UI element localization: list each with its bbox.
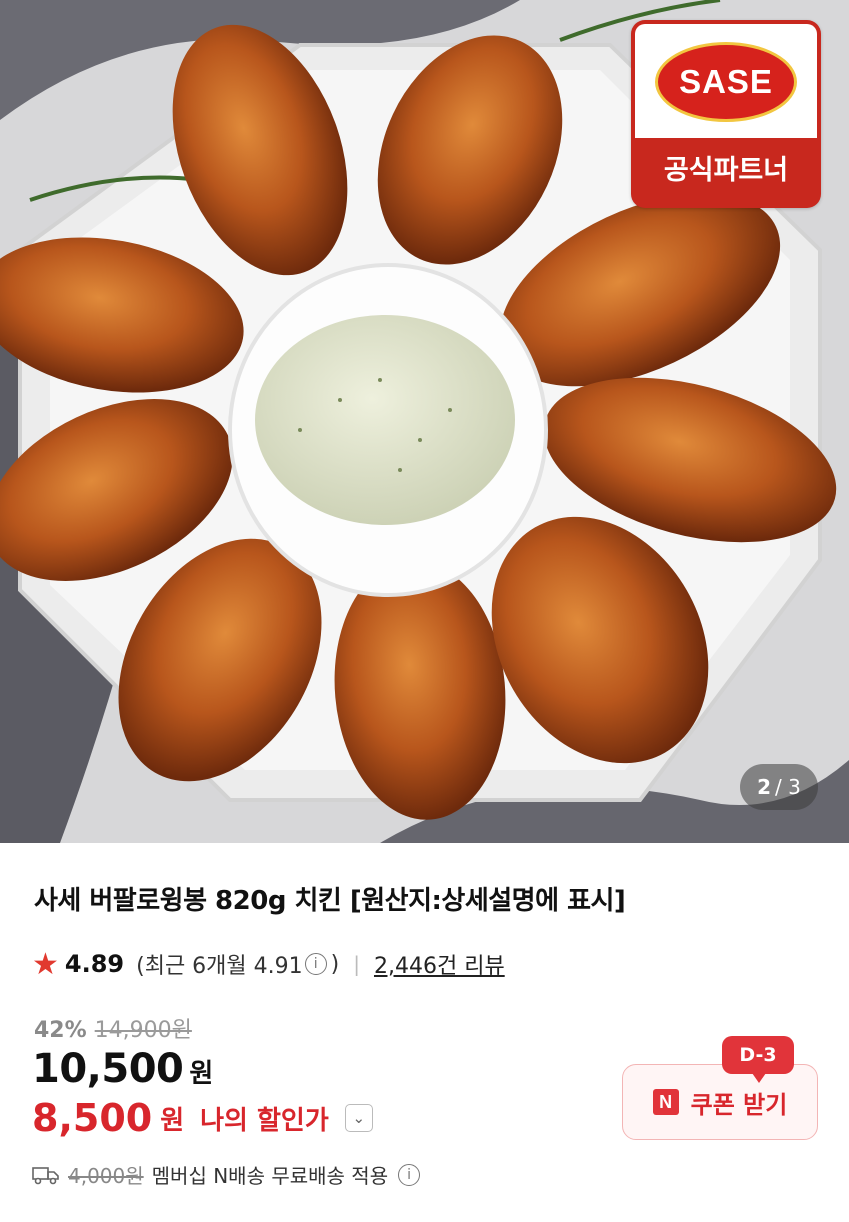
- brand-logo: SASE: [655, 42, 797, 122]
- sale-price-value: 10,500: [32, 1046, 184, 1092]
- rating-row: ★ 4.89 (최근 6개월 4.91 i ) | 2,446건 리뷰: [32, 946, 505, 982]
- image-pager: 2 / 3: [740, 764, 818, 810]
- discount-rate: 42%: [34, 1018, 87, 1043]
- my-price-value: 8,500: [32, 1096, 153, 1140]
- my-price-unit: 원: [160, 1105, 185, 1136]
- sale-price-unit: 원: [189, 1059, 214, 1089]
- get-coupon-button[interactable]: N 쿠폰 받기: [622, 1064, 818, 1140]
- original-shipping-fee: 4,000원: [68, 1164, 144, 1188]
- official-partner-badge: SASE 공식파트너: [631, 20, 821, 208]
- rating-score: 4.89: [64, 950, 125, 978]
- star-icon: ★: [32, 946, 59, 982]
- truck-icon: [32, 1166, 59, 1184]
- recent-rating-text: (최근 6개월 4.91: [136, 954, 303, 979]
- dday-badge: D-3: [722, 1036, 794, 1083]
- original-price: 14,900원: [94, 1018, 192, 1043]
- shipping-info-icon[interactable]: i: [398, 1163, 421, 1186]
- brand-logo-text: SASE: [679, 63, 773, 100]
- my-price-label: 나의 할인가: [200, 1105, 329, 1136]
- shipping-text: 멤버십 N배송 무료배송 적용: [151, 1164, 389, 1188]
- coupon-area: N 쿠폰 받기 D-3: [622, 1036, 818, 1140]
- recent-rating-close: ): [330, 951, 340, 977]
- discount-row: 42% 14,900원: [34, 1012, 192, 1044]
- divider: |: [353, 952, 360, 976]
- n-logo-icon: N: [652, 1089, 679, 1115]
- info-icon[interactable]: i: [304, 953, 327, 975]
- product-image[interactable]: SASE 공식파트너 2 / 3: [0, 0, 849, 843]
- chevron-down-icon[interactable]: ⌄: [344, 1104, 373, 1132]
- recent-rating: (최근 6개월 4.91 i ): [136, 948, 339, 980]
- review-count-link[interactable]: 2,446건 리뷰: [374, 948, 505, 980]
- my-discount-price[interactable]: 8,500 원 나의 할인가 ⌄: [32, 1096, 373, 1140]
- pager-total: / 3: [775, 775, 801, 799]
- sale-price: 10,500 원: [32, 1046, 213, 1092]
- product-title: 사세 버팔로윙봉 820g 치킨 [원산지:상세설명에 표시]: [34, 886, 626, 916]
- shipping-info: 4,000원 멤버십 N배송 무료배송 적용 i: [32, 1160, 424, 1189]
- pager-current: 2: [757, 775, 772, 799]
- badge-label: 공식파트너: [663, 155, 789, 186]
- coupon-label: 쿠폰 받기: [690, 1090, 788, 1119]
